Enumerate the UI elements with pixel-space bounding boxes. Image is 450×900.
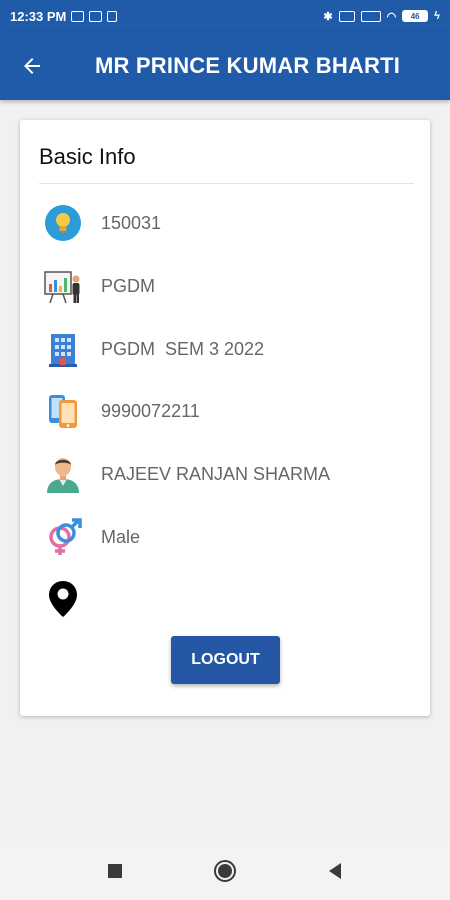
building-icon bbox=[42, 328, 84, 370]
gender-icon bbox=[42, 516, 84, 558]
info-row-phone: 9990072211 bbox=[42, 389, 412, 433]
info-row-guardian: RAJEEV RANJAN SHARMA bbox=[42, 452, 412, 496]
message-icon bbox=[71, 10, 85, 22]
bulb-icon bbox=[42, 202, 84, 244]
square-icon bbox=[108, 864, 122, 878]
info-row-gender: Male bbox=[42, 515, 412, 559]
student-id-value: 150031 bbox=[101, 212, 162, 233]
page-title: MR PRINCE KUMAR BHARTI bbox=[95, 53, 401, 78]
info-row-id: 150031 bbox=[42, 201, 412, 245]
person-icon bbox=[42, 453, 84, 495]
gender-value: Male bbox=[101, 526, 141, 547]
charging-icon: ϟ bbox=[434, 10, 440, 22]
semester-value: PGDM SEM 3 2022 bbox=[101, 338, 265, 359]
app-notification-icon bbox=[89, 10, 103, 22]
status-time: 12:33 PM bbox=[10, 8, 67, 24]
signal-icon bbox=[360, 10, 381, 22]
card-heading: Basic Info bbox=[39, 144, 136, 169]
recents-button[interactable] bbox=[95, 851, 135, 891]
vibrate-icon bbox=[338, 10, 355, 22]
app-bar: MR PRINCE KUMAR BHARTI bbox=[0, 32, 450, 100]
battery-icon: 46 bbox=[402, 10, 429, 22]
info-row-address bbox=[42, 577, 412, 621]
presentation-icon bbox=[42, 265, 84, 307]
logout-button[interactable]: LOGOUT bbox=[171, 636, 280, 684]
system-back-button[interactable] bbox=[315, 851, 355, 891]
status-bar: 12:33 PM ✱ ◠ 46 ϟ bbox=[0, 0, 450, 32]
bluetooth-icon: ✱ bbox=[323, 10, 333, 23]
triangle-back-icon bbox=[329, 863, 341, 879]
system-nav-bar bbox=[0, 842, 450, 900]
wifi-icon: ◠ bbox=[386, 10, 397, 23]
info-row-semester: PGDM SEM 3 2022 bbox=[42, 327, 412, 371]
circle-icon bbox=[214, 860, 236, 882]
phone-value: 9990072211 bbox=[101, 400, 200, 421]
delete-icon bbox=[107, 10, 118, 22]
basic-info-card: Basic Info 150031 PGDM PGDM SEM 3 2022 9… bbox=[20, 120, 430, 716]
info-row-program: PGDM bbox=[42, 264, 412, 308]
program-value: PGDM bbox=[101, 275, 155, 296]
phones-icon bbox=[42, 390, 84, 432]
back-arrow-icon bbox=[24, 58, 40, 74]
divider bbox=[39, 183, 414, 184]
location-pin-icon bbox=[42, 578, 84, 620]
home-button[interactable] bbox=[205, 851, 245, 891]
back-button[interactable] bbox=[0, 32, 64, 100]
guardian-name-value: RAJEEV RANJAN SHARMA bbox=[101, 463, 331, 484]
